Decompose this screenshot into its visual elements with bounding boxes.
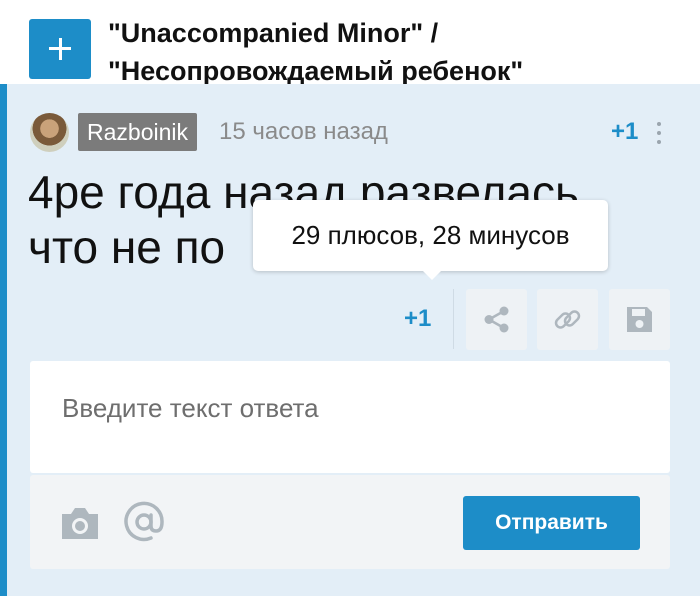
comment-rating[interactable]: +1 bbox=[611, 115, 638, 149]
save-icon bbox=[627, 307, 652, 332]
plus-icon[interactable] bbox=[29, 19, 91, 79]
save-button[interactable] bbox=[609, 289, 670, 350]
share-icon bbox=[484, 306, 509, 333]
send-button[interactable]: Отправить bbox=[463, 496, 640, 550]
reply-input[interactable]: Введите текст ответа bbox=[30, 361, 670, 473]
post-header: "Unaccompanied Minor" / "Несопровождаемы… bbox=[0, 0, 700, 86]
post-title-line-1: "Unaccompanied Minor" / bbox=[108, 18, 439, 48]
rating-tooltip: 29 плюсов, 28 минусов bbox=[253, 200, 608, 271]
avatar[interactable] bbox=[30, 113, 69, 152]
comment-author[interactable]: Razboinik bbox=[78, 113, 197, 151]
reply-placeholder: Введите текст ответа bbox=[62, 393, 319, 423]
tooltip-arrow bbox=[422, 270, 442, 280]
comment-thread-bar[interactable] bbox=[0, 84, 7, 596]
link-icon bbox=[554, 310, 581, 329]
share-button[interactable] bbox=[466, 289, 527, 350]
actions-divider bbox=[453, 289, 454, 349]
tooltip-text: 29 плюсов, 28 минусов bbox=[291, 220, 570, 250]
more-icon[interactable] bbox=[654, 122, 664, 144]
mention-icon[interactable] bbox=[123, 501, 165, 543]
vote-rating[interactable]: +1 bbox=[404, 302, 431, 336]
comment-time[interactable]: 15 часов назад bbox=[219, 115, 388, 149]
camera-icon[interactable] bbox=[60, 505, 100, 541]
copy-link-button[interactable] bbox=[537, 289, 598, 350]
post-title[interactable]: "Unaccompanied Minor" / "Несопровождаемы… bbox=[108, 14, 688, 90]
